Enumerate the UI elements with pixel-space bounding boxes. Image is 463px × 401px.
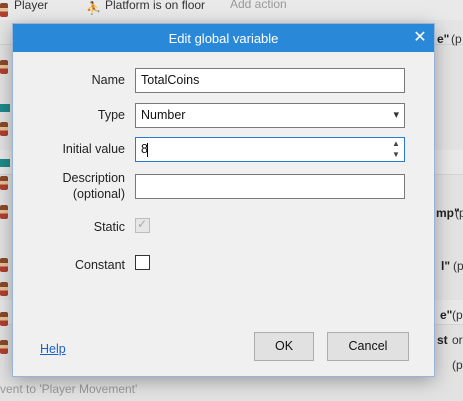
event-text-fragment: (p [451, 32, 462, 46]
static-checkbox[interactable]: ✓ [135, 217, 150, 233]
name-label: Name [91, 73, 125, 87]
type-select-value: Number [141, 108, 186, 122]
type-label: Type [97, 108, 125, 122]
dialog-title-bar[interactable]: Edit global variable ✕ [13, 24, 434, 52]
event-text-fragment: l" [441, 259, 451, 273]
player-sprite-icon [0, 340, 8, 354]
player-sprite-icon [0, 258, 8, 272]
event-text-fragment: (p [452, 308, 463, 322]
spinner-down-icon[interactable]: ▼ [390, 150, 402, 160]
static-label: Static [93, 220, 125, 234]
player-sprite-icon [0, 60, 8, 74]
event-text-fragment: (p [455, 206, 463, 220]
player-sprite-icon [0, 3, 8, 17]
ok-button[interactable]: OK [254, 332, 314, 361]
help-link[interactable]: Help [40, 342, 66, 356]
edit-global-variable-dialog: Edit global variable ✕ Name TotalCoins T… [13, 24, 434, 376]
player-sprite-icon [0, 205, 8, 219]
initial-value-label: Initial value [62, 142, 125, 156]
check-icon: ✓ [137, 217, 148, 231]
event-text-fragment: or [452, 333, 463, 347]
initial-value-input[interactable]: 8 ▲ ▼ [135, 137, 405, 162]
description-optional-label: (optional) [72, 187, 125, 201]
player-sprite-icon [0, 176, 8, 190]
cancel-button[interactable]: Cancel [327, 332, 409, 361]
player-sprite-icon [0, 282, 8, 296]
name-input-value: TotalCoins [141, 73, 200, 87]
player-sprite-icon [0, 312, 8, 326]
constant-checkbox[interactable] [135, 255, 150, 270]
add-event-link[interactable]: vent to 'Player Movement' [0, 382, 137, 396]
event-text-fragment: (p [452, 358, 463, 372]
player-sprite-icon [0, 122, 8, 136]
tilemap-icon [0, 104, 10, 112]
number-spinner[interactable]: ▲ ▼ [390, 139, 402, 160]
spinner-up-icon[interactable]: ▲ [390, 139, 402, 149]
dialog-title: Edit global variable [168, 31, 279, 46]
close-icon[interactable]: ✕ [408, 26, 432, 50]
description-label: Description [62, 171, 125, 185]
add-action-link[interactable]: Add action [230, 0, 287, 11]
chevron-down-icon: ▾ [393, 109, 399, 121]
event-row-top: Player ⛹ Platform is on floor Add action [0, 0, 463, 21]
tilemap-icon [0, 159, 10, 167]
type-select[interactable]: Number ▾ [135, 103, 405, 128]
event-text-fragment: st [437, 333, 448, 347]
event-condition: Platform is on floor [105, 0, 206, 12]
name-input[interactable]: TotalCoins [135, 68, 405, 93]
description-input[interactable] [135, 174, 405, 199]
platform-behavior-icon: ⛹ [86, 1, 101, 15]
constant-label: Constant [74, 258, 125, 272]
event-text-fragment: (p [453, 259, 463, 273]
text-caret [147, 143, 148, 157]
event-text-fragment: e" [440, 308, 453, 322]
event-text-fragment: e" [437, 32, 450, 46]
event-object-name: Player [14, 0, 49, 12]
